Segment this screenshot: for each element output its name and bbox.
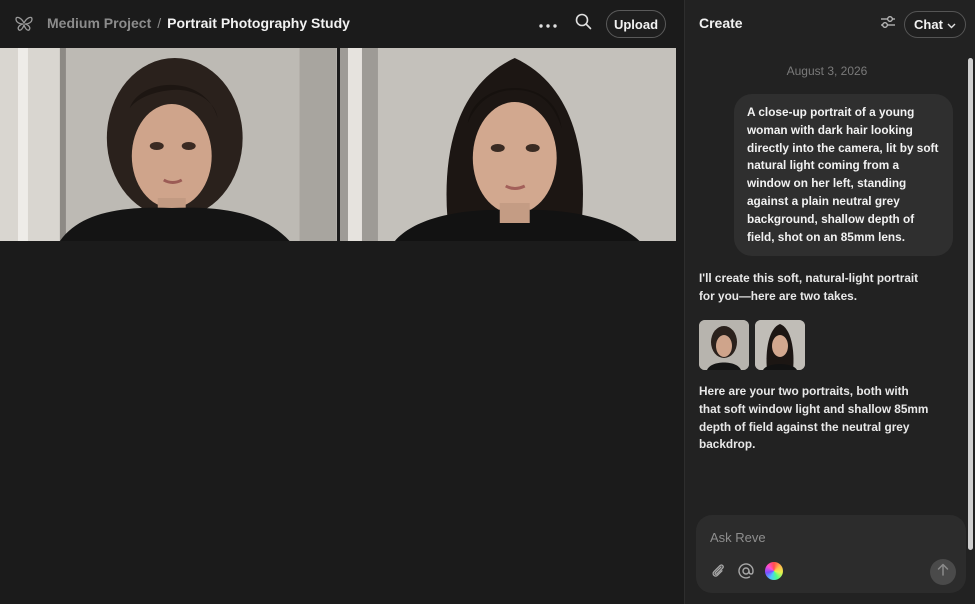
at-sign-icon[interactable] [737, 562, 755, 580]
breadcrumb: Medium Project / Portrait Photography St… [47, 15, 350, 31]
color-wheel-icon[interactable] [765, 562, 783, 580]
mode-label: Chat [914, 17, 943, 32]
ask-input[interactable] [710, 527, 930, 547]
breadcrumb-separator: / [157, 15, 162, 31]
butterfly-logo-icon[interactable] [14, 15, 34, 33]
send-button[interactable] [930, 559, 956, 585]
panel-title: Create [699, 15, 743, 31]
portrait-image-1[interactable] [0, 48, 337, 241]
create-panel: Create Chat August 3, 2026 A close-up po… [684, 0, 975, 604]
user-message: A close-up portrait of a young woman wit… [734, 94, 953, 256]
chat-date: August 3, 2026 [786, 64, 868, 78]
thumbnail-2[interactable] [755, 320, 805, 370]
chevron-down-icon [947, 17, 956, 32]
assistant-message-outro: Here are your two portraits, both with t… [699, 384, 929, 452]
search-icon [575, 13, 592, 35]
canvas-pane: Medium Project / Portrait Photography St… [0, 0, 684, 604]
arrow-up-icon [937, 563, 949, 581]
top-bar: Medium Project / Portrait Photography St… [0, 0, 684, 48]
settings-button[interactable] [877, 13, 899, 35]
breadcrumb-project[interactable]: Medium Project [47, 15, 151, 31]
image-gallery [0, 48, 676, 241]
assistant-message-intro: I'll create this soft, natural-light por… [699, 271, 919, 303]
paperclip-icon[interactable] [710, 562, 726, 580]
chat-mode-dropdown[interactable]: Chat [904, 11, 966, 38]
page-title[interactable]: Portrait Photography Study [167, 15, 350, 31]
message-composer [696, 515, 966, 593]
more-options-button[interactable] [536, 12, 560, 36]
upload-button[interactable]: Upload [606, 10, 666, 38]
search-button[interactable] [571, 12, 595, 36]
portrait-image-2[interactable] [339, 48, 676, 241]
chat-scrollbar[interactable] [967, 48, 974, 560]
sliders-icon [880, 15, 896, 34]
result-thumbnails [699, 320, 805, 370]
scrollbar-thumb[interactable] [968, 58, 973, 550]
thumbnail-1[interactable] [699, 320, 749, 370]
more-horizontal-icon [539, 15, 557, 33]
